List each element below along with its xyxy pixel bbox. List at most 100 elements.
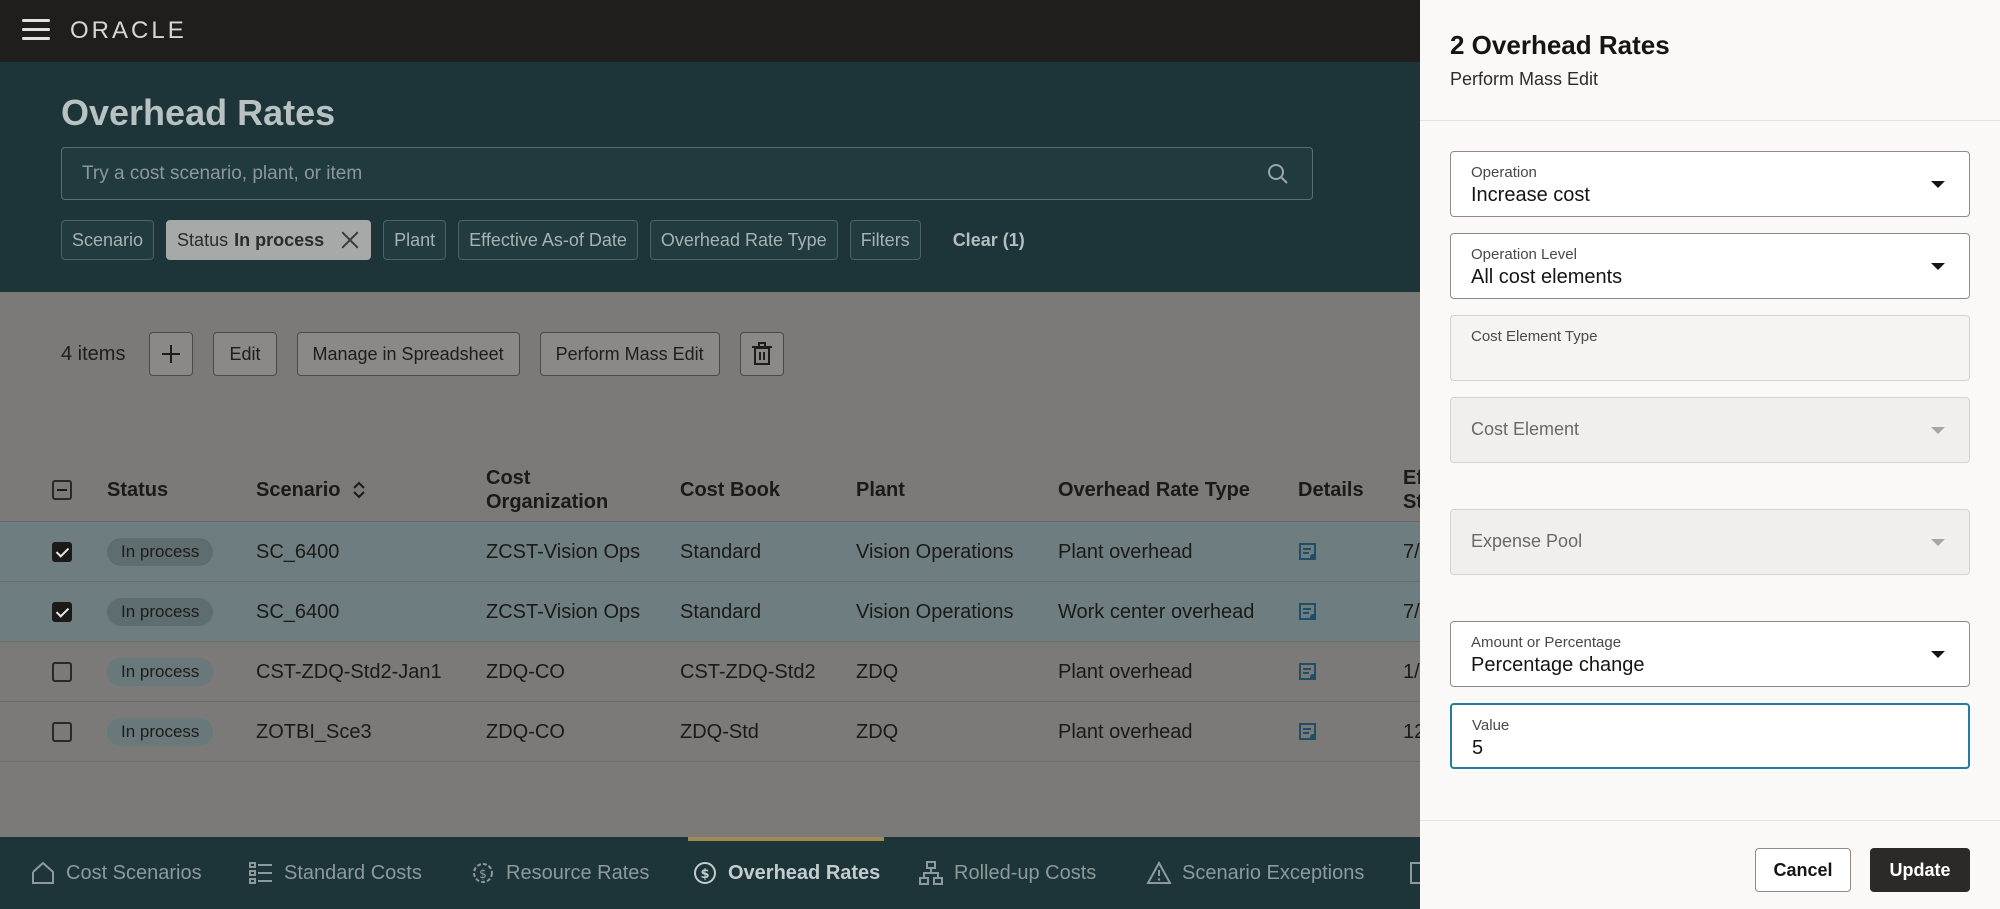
operation-level-label: Operation Level [1471, 246, 1577, 263]
expense-pool-select: Expense Pool [1450, 509, 1970, 575]
chevron-down-icon[interactable] [1931, 263, 1945, 270]
table-row[interactable]: In process CST-ZDQ-Std2-Jan1 ZDQ-CO CST-… [0, 642, 1420, 702]
nav-more[interactable] [1408, 837, 1420, 909]
cell-plant: Vision Operations [856, 600, 1014, 623]
table-row[interactable]: In process SC_6400 ZCST-Vision Ops Stand… [0, 582, 1420, 642]
cell-scenario: ZOTBI_Sce3 [256, 720, 372, 743]
top-bar: ORACLE [0, 0, 1420, 62]
filter-chip-scenario[interactable]: Scenario [61, 220, 155, 260]
nav-standard-costs[interactable]: Standard Costs [248, 837, 422, 909]
add-button[interactable] [149, 332, 194, 376]
nav-overhead-rates[interactable]: $ Overhead Rates [687, 837, 885, 909]
mass-edit-drawer: 2 Overhead Rates Perform Mass Edit Opera… [1420, 0, 2000, 909]
status-badge: In process [107, 658, 214, 686]
cost-element-type-label: Cost Element Type [1471, 328, 1598, 345]
search-input[interactable] [62, 148, 1252, 199]
row-checkbox[interactable] [52, 722, 72, 742]
row-checkbox[interactable] [52, 662, 72, 682]
column-header-status[interactable]: Status [107, 457, 168, 522]
dollar-circle-icon: $ [694, 862, 716, 884]
value-label: Value [1472, 717, 1510, 734]
search-box[interactable] [61, 147, 1313, 200]
details-icon[interactable] [1298, 722, 1318, 742]
details-icon[interactable] [1298, 542, 1318, 562]
sort-icon[interactable] [352, 480, 366, 500]
chevron-down-icon[interactable] [1931, 651, 1945, 658]
amount-or-percentage-select[interactable]: Amount or Percentage Percentage change [1450, 621, 1970, 687]
table-row[interactable]: In process SC_6400 ZCST-Vision Ops Stand… [0, 522, 1420, 582]
column-header-cost-organization[interactable]: Cost Organization [486, 457, 608, 522]
value-input[interactable] [1472, 735, 1942, 761]
filter-chip-plant[interactable]: Plant [383, 220, 447, 260]
cost-element-type-field: Cost Element Type [1450, 315, 1970, 381]
close-icon[interactable] [340, 230, 360, 250]
nav-resource-rates[interactable]: $ Resource Rates [470, 837, 649, 909]
bottom-navigation: Cost Scenarios Standard Costs $ Resource… [0, 837, 1420, 909]
overhead-rates-table: Status Scenario Cost Organization Cost B… [0, 457, 1425, 762]
oracle-logo: ORACLE [70, 17, 187, 44]
filter-chip-status-value: In process [234, 229, 325, 250]
cell-overhead-rate-type: Work center overhead [1058, 600, 1255, 623]
drawer-footer: Cancel Update [1420, 820, 2000, 909]
expense-pool-label: Expense Pool [1471, 531, 1583, 551]
column-header-cost-book[interactable]: Cost Book [680, 457, 780, 522]
nav-scenario-exceptions[interactable]: Scenario Exceptions [1146, 837, 1364, 909]
cancel-button[interactable]: Cancel [1755, 848, 1851, 892]
chevron-down-icon[interactable] [1931, 181, 1945, 188]
home-icon [32, 861, 54, 884]
list-icon [249, 862, 272, 884]
cell-overhead-rate-type: Plant overhead [1058, 540, 1193, 563]
hamburger-menu-icon[interactable] [22, 19, 50, 43]
table-row[interactable]: In process ZOTBI_Sce3 ZDQ-CO ZDQ-Std ZDQ… [0, 702, 1425, 762]
column-header-details: Details [1298, 478, 1364, 501]
filter-chip-effective-date[interactable]: Effective As-of Date [458, 220, 638, 260]
cell-cost-book: CST-ZDQ-Std2 [680, 660, 816, 683]
column-header-overhead-rate-type[interactable]: Overhead Rate Type [1058, 457, 1250, 522]
row-checkbox[interactable] [52, 542, 72, 562]
manage-in-spreadsheet-button[interactable]: Manage in Spreadsheet [296, 332, 520, 376]
svg-text:$: $ [700, 867, 709, 882]
search-icon[interactable] [1266, 162, 1290, 186]
cell-plant: ZDQ [856, 720, 899, 743]
details-icon[interactable] [1298, 602, 1318, 622]
filter-chip-rate-type[interactable]: Overhead Rate Type [649, 220, 838, 260]
chevron-down-icon [1931, 539, 1945, 546]
delete-button[interactable] [739, 332, 784, 376]
trash-icon [751, 342, 772, 365]
cell-cost-organization: ZDQ-CO [486, 660, 565, 683]
operation-value: Increase cost [1471, 184, 1590, 206]
cell-overhead-rate-type: Plant overhead [1058, 660, 1193, 683]
nav-rolled-up-costs[interactable]: Rolled-up Costs [918, 837, 1096, 909]
cell-plant: Vision Operations [856, 540, 1014, 563]
cell-cost-organization: ZDQ-CO [486, 720, 565, 743]
items-count: 4 items [61, 342, 126, 365]
value-field[interactable]: Value [1450, 703, 1970, 769]
nav-cost-scenarios[interactable]: Cost Scenarios [30, 837, 202, 909]
cell-effective-start: 1/ [1403, 660, 1420, 683]
perform-mass-edit-button[interactable]: Perform Mass Edit [539, 332, 720, 376]
warning-icon [1146, 860, 1172, 884]
filter-chip-status[interactable]: Status In process [166, 220, 372, 260]
update-button[interactable]: Update [1870, 848, 1970, 892]
operation-label: Operation [1471, 164, 1537, 181]
chevron-down-icon [1931, 427, 1945, 434]
clear-filters-link[interactable]: Clear (1) [953, 230, 1025, 251]
edit-button[interactable]: Edit [213, 332, 277, 376]
filter-chip-filters[interactable]: Filters [849, 220, 921, 260]
cell-effective-start: 7/ [1403, 600, 1420, 623]
table-toolbar: 4 items Edit Manage in Spreadsheet Perfo… [61, 332, 784, 376]
row-checkbox[interactable] [52, 602, 72, 622]
select-all-checkbox[interactable] [52, 479, 72, 500]
details-icon[interactable] [1298, 662, 1318, 682]
column-header-scenario[interactable]: Scenario [256, 457, 366, 522]
gear-dollar-icon: $ [473, 863, 493, 883]
operation-level-select[interactable]: Operation Level All cost elements [1450, 233, 1970, 299]
cell-cost-book: ZDQ-Std [680, 720, 759, 743]
cost-element-label: Cost Element [1471, 419, 1580, 439]
column-header-plant[interactable]: Plant [856, 457, 905, 522]
status-badge: In process [107, 538, 214, 566]
page-title: Overhead Rates [61, 92, 336, 133]
cell-overhead-rate-type: Plant overhead [1058, 720, 1193, 743]
cell-scenario: SC_6400 [256, 600, 340, 623]
operation-select[interactable]: Operation Increase cost [1450, 151, 1970, 217]
